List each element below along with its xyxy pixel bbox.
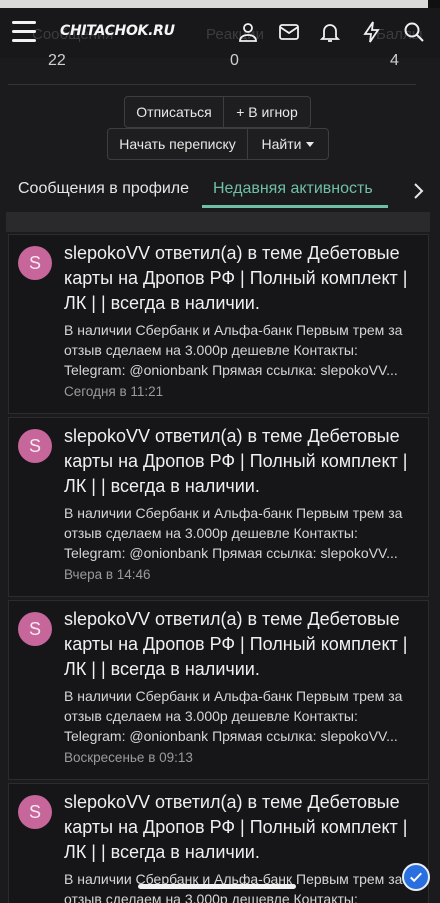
caret-down-icon: [306, 141, 315, 147]
activity-title[interactable]: slepokoVV ответил(а) в теме Дебетовые ка…: [64, 607, 416, 682]
activity-snippet: В наличии Сбербанк и Альфа-банк Первым т…: [64, 688, 403, 744]
section-header-bar: [6, 212, 430, 232]
home-indicator[interactable]: [138, 884, 296, 889]
mail-icon[interactable]: [277, 20, 301, 44]
avatar[interactable]: S: [18, 429, 52, 463]
list-item[interactable]: S slepokoVV ответил(а) в теме Дебетовые …: [8, 417, 429, 597]
site-logo[interactable]: CHITACHOK.RU: [60, 23, 175, 39]
start-conversation-button[interactable]: Начать переписку: [107, 128, 248, 160]
reactions-count: 0: [230, 52, 239, 69]
tab-recent-activity[interactable]: Недавняя активность: [213, 180, 373, 198]
activity-snippet: В наличии Сбербанк и Альфа-банк Первым т…: [64, 322, 403, 378]
activity-time: Воскресенье в 09:13: [64, 750, 193, 765]
active-tab-underline: [202, 205, 388, 208]
divider: [8, 84, 416, 85]
menu-icon[interactable]: [12, 21, 36, 43]
chevron-right-icon[interactable]: [410, 180, 426, 202]
messages-count: 22: [48, 52, 66, 69]
list-item[interactable]: S slepokoVV ответил(а) в теме Дебетовые …: [8, 234, 429, 414]
tab-profile-posts[interactable]: Сообщения в профиле: [18, 180, 189, 198]
bolt-icon[interactable]: [360, 20, 384, 44]
bell-icon[interactable]: [318, 20, 342, 44]
find-label: Найти: [261, 136, 302, 152]
list-item[interactable]: S slepokoVV ответил(а) в теме Дебетовые …: [8, 600, 429, 780]
unsubscribe-button[interactable]: Отписаться: [124, 96, 224, 128]
profile-tabs: Сообщения в профиле Недавняя активность: [0, 172, 440, 210]
checkmark-icon[interactable]: [402, 863, 430, 891]
avatar[interactable]: S: [18, 246, 52, 280]
activity-title[interactable]: slepokoVV ответил(а) в теме Дебетовые ка…: [64, 790, 416, 865]
activity-title[interactable]: slepokoVV ответил(а) в теме Дебетовые ка…: [64, 424, 416, 499]
search-icon[interactable]: [402, 20, 426, 44]
find-dropdown-button[interactable]: Найти: [247, 128, 329, 160]
status-bar: [0, 0, 440, 8]
avatar[interactable]: S: [18, 612, 52, 646]
points-count: 4: [390, 52, 399, 69]
user-icon[interactable]: [236, 20, 260, 44]
top-navigation-bar: Сообщения Реакции Баллы CHITACHOK.RU: [0, 8, 440, 58]
activity-title[interactable]: slepokoVV ответил(а) в теме Дебетовые ка…: [64, 241, 416, 316]
ignore-button[interactable]: + В игнор: [223, 96, 311, 128]
activity-snippet: В наличии Сбербанк и Альфа-банк Первым т…: [64, 505, 403, 561]
activity-time: Сегодня в 11:21: [64, 384, 164, 399]
avatar[interactable]: S: [18, 795, 52, 829]
activity-time: Вчера в 14:46: [64, 567, 151, 582]
profile-stats: 22 0 4: [0, 52, 440, 72]
